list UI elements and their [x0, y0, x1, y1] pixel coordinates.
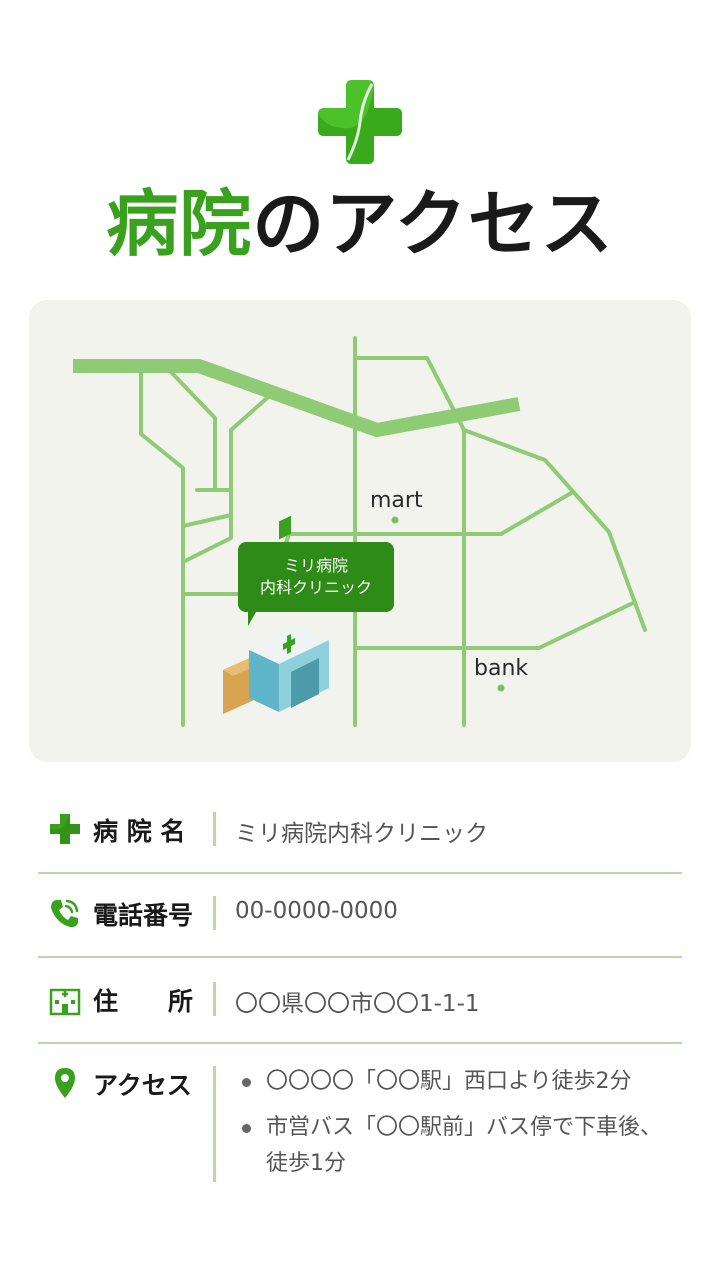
medical-cross-icon [318, 80, 402, 164]
map-roads [73, 336, 647, 727]
access-item: 市営バス「〇〇駅前」バス停で下車後、徒歩1分 [238, 1110, 668, 1182]
info-label-phone: 電話番号 [93, 901, 194, 930]
location-pin-icon [55, 1068, 75, 1098]
phone-icon [51, 899, 79, 928]
bank-dot [497, 684, 505, 692]
title-rest: のアクセス [252, 182, 614, 266]
clinic-bubble-line2: 内科クリニック [259, 578, 372, 597]
row-divider [213, 896, 216, 930]
title-accent: 病院 [106, 182, 253, 266]
hospital-icon [49, 988, 81, 1016]
info-row-access: アクセス 〇〇〇〇「〇〇駅」西口より徒歩2分 市営バス「〇〇駅前」バス停で下車後… [38, 1044, 682, 1194]
page-title: 病院のアクセス [0, 176, 720, 272]
info-value-phone[interactable]: 00-0000-0000 [235, 898, 398, 924]
landmark-mart: mart [370, 488, 423, 513]
info-row-phone: 電話番号 00-0000-0000 [38, 874, 682, 958]
access-list: 〇〇〇〇「〇〇駅」西口より徒歩2分 市営バス「〇〇駅前」バス停で下車後、徒歩1分 [238, 1064, 668, 1192]
info-label-address: 住 所 [93, 987, 194, 1016]
row-divider [213, 982, 216, 1016]
info-row-name: 病 院 名 ミリ病院内科クリニック [38, 788, 682, 874]
landmark-bank: bank [474, 656, 529, 681]
clinic-label-bubble: ミリ病院 内科クリニック [238, 542, 394, 626]
access-map[interactable]: mart bank ミリ病院 内科クリニック [29, 300, 691, 762]
cross-icon [50, 814, 80, 844]
clinic-bubble-line1: ミリ病院 [283, 556, 348, 575]
info-label-access: アクセス [93, 1071, 192, 1100]
row-divider [213, 812, 216, 846]
row-divider [213, 1066, 216, 1182]
info-value-name: ミリ病院内科クリニック [235, 821, 488, 847]
info-value-address: 〇〇県〇〇市〇〇1-1-1 [235, 991, 480, 1017]
info-label-name: 病 院 名 [93, 817, 186, 846]
info-row-address: 住 所 〇〇県〇〇市〇〇1-1-1 [38, 958, 682, 1044]
mart-dot [391, 516, 399, 524]
access-item: 〇〇〇〇「〇〇駅」西口より徒歩2分 [238, 1064, 668, 1100]
